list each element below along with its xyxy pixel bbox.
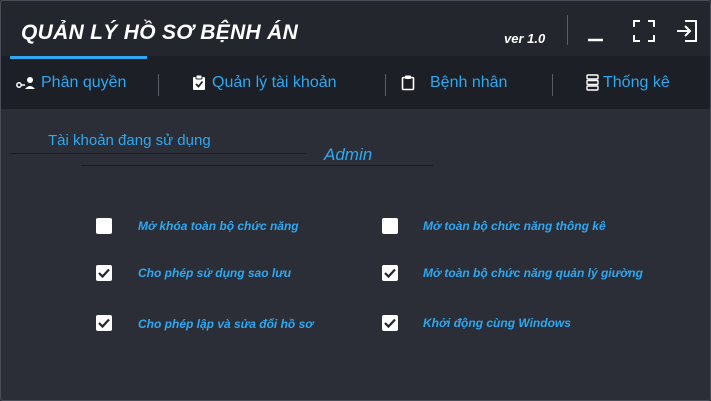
fullscreen-icon	[633, 20, 655, 42]
checkbox[interactable]	[382, 218, 398, 234]
option-startup-checkbox[interactable]	[382, 315, 398, 331]
checkbox[interactable]	[96, 315, 112, 331]
exit-button[interactable]	[675, 19, 699, 43]
app-title: QUẢN LÝ HỒ SƠ BỆNH ÁN	[21, 21, 299, 44]
option-label: Mở toàn bộ chức năng thông kê	[423, 219, 606, 233]
option-label: Cho phép sử dụng sao lưu	[138, 266, 292, 280]
minimize-button[interactable]	[584, 19, 608, 43]
exit-icon	[677, 20, 697, 42]
option-unlock-all-checkbox[interactable]	[96, 218, 112, 234]
checkmark-icon	[384, 268, 396, 279]
option-backup-checkbox[interactable]	[96, 265, 112, 281]
checkmark-icon	[384, 318, 396, 329]
tab-benh-nhan[interactable]: Bệnh nhân	[401, 56, 507, 109]
account-value: Admin	[324, 145, 373, 164]
title-bar: QUẢN LÝ HỒ SƠ BỆNH ÁN ver 1.0	[1, 1, 710, 56]
server-icon	[586, 74, 599, 91]
option-label: Cho phép lập và sửa đổi hồ sơ	[138, 317, 314, 331]
checkbox[interactable]	[382, 315, 398, 331]
user-key-icon	[15, 75, 35, 91]
tab-phan-quyen[interactable]: Phân quyền	[15, 56, 126, 109]
divider	[81, 165, 433, 166]
titlebar-divider	[567, 15, 568, 45]
tab-divider	[385, 74, 386, 96]
minimize-icon	[588, 38, 603, 42]
checkbox[interactable]	[382, 265, 398, 281]
option-label: Mở khóa toàn bộ chức năng	[138, 219, 299, 233]
account-label: Tài khoản đang sử dụng	[48, 132, 211, 149]
checkbox[interactable]	[96, 265, 112, 281]
tab-quan-ly-tai-khoan[interactable]: Quản lý tài khoản	[192, 56, 337, 109]
option-label: Khởi động cùng Windows	[423, 316, 571, 330]
option-bed-management-checkbox[interactable]	[382, 265, 398, 281]
checkbox[interactable]	[96, 218, 112, 234]
checkmark-icon	[98, 318, 110, 329]
clipboard-icon	[401, 75, 415, 91]
tab-divider	[552, 74, 553, 96]
clipboard-check-icon	[192, 74, 206, 91]
tab-thong-ke[interactable]: Thống kê	[586, 56, 670, 109]
checkmark-icon	[98, 268, 110, 279]
tab-label: Thống kê	[603, 73, 670, 91]
app-window: QUẢN LÝ HỒ SƠ BỆNH ÁN ver 1.0 Phân quyền…	[0, 0, 711, 401]
tab-label: Quản lý tài khoản	[212, 73, 337, 91]
tab-bar: Phân quyền Quản lý tài khoản Bệnh nhân T…	[1, 56, 710, 109]
tab-label: Bệnh nhân	[430, 73, 508, 91]
version-label: ver 1.0	[504, 31, 546, 46]
option-label: Mở toàn bộ chức năng quản lý giường	[423, 266, 643, 280]
tab-label: Phân quyền	[41, 73, 127, 91]
option-records-checkbox[interactable]	[96, 315, 112, 331]
fullscreen-button[interactable]	[632, 19, 656, 43]
option-statistics-checkbox[interactable]	[382, 218, 398, 234]
tab-divider	[158, 74, 159, 96]
divider	[10, 153, 306, 154]
